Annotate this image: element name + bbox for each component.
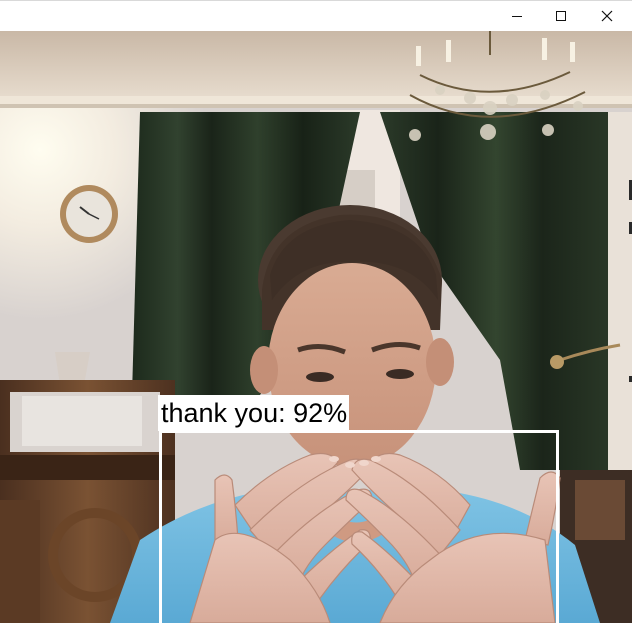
detection-label: thank you: 92%: [158, 395, 350, 431]
close-icon: [601, 10, 613, 22]
minimize-button[interactable]: [494, 1, 540, 31]
title-bar[interactable]: [0, 0, 632, 31]
maximize-icon: [556, 11, 566, 21]
minimize-icon: [512, 16, 522, 17]
close-button[interactable]: [584, 1, 630, 31]
camera-window: thank you: 92%: [0, 0, 632, 623]
maximize-button[interactable]: [538, 1, 584, 31]
detection-bounding-box: [159, 430, 559, 623]
